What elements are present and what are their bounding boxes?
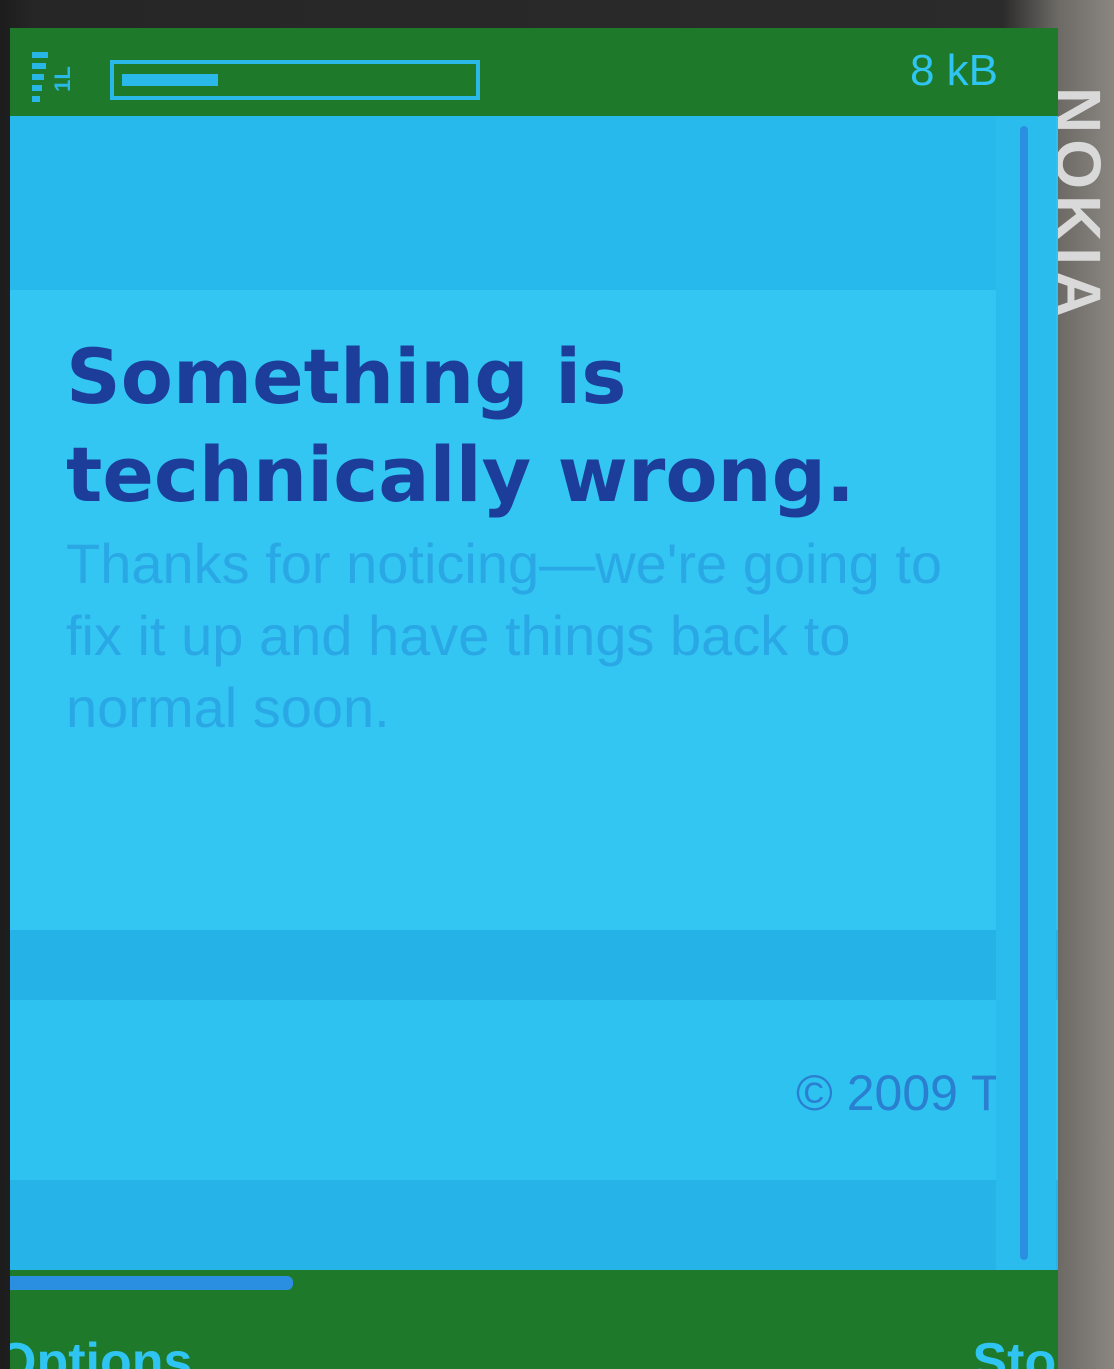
copyright-notice: © 2009 Tv [796, 1065, 1027, 1121]
headline-line-2: technically wrong. [66, 430, 855, 519]
error-message: Thanks for noticing—we're going to fix i… [66, 532, 943, 739]
page-load-progress-bar [110, 60, 480, 100]
signal-label: 1L [49, 66, 75, 92]
page-load-progress-fill [122, 74, 218, 86]
signal-strength-icon: 1L [32, 48, 86, 112]
phone-screen: 1L 8 kB Something is technically wrong. … [10, 28, 1058, 1369]
error-headline: Something is technically wrong. [66, 328, 966, 524]
horizontal-scrollbar-thumb[interactable] [10, 1276, 293, 1290]
status-bar: 1L 8 kB [10, 28, 1058, 116]
headline-line-1: Something is [66, 332, 627, 421]
signal-bars [32, 52, 48, 108]
horizontal-scrollbar[interactable] [10, 1270, 1058, 1298]
footer-band [10, 930, 1058, 1000]
options-softkey[interactable]: Options [10, 1332, 192, 1369]
page-header [10, 116, 1000, 290]
softkey-bar: Options Stop [10, 1298, 1058, 1369]
stop-softkey[interactable]: Stop [972, 1332, 1058, 1369]
page-size-indicator: 8 kB [909, 46, 998, 95]
footer-bottom-band [10, 1180, 1058, 1270]
vertical-scrollbar-thumb[interactable] [1020, 126, 1028, 1260]
vertical-scrollbar[interactable] [996, 116, 1056, 1270]
